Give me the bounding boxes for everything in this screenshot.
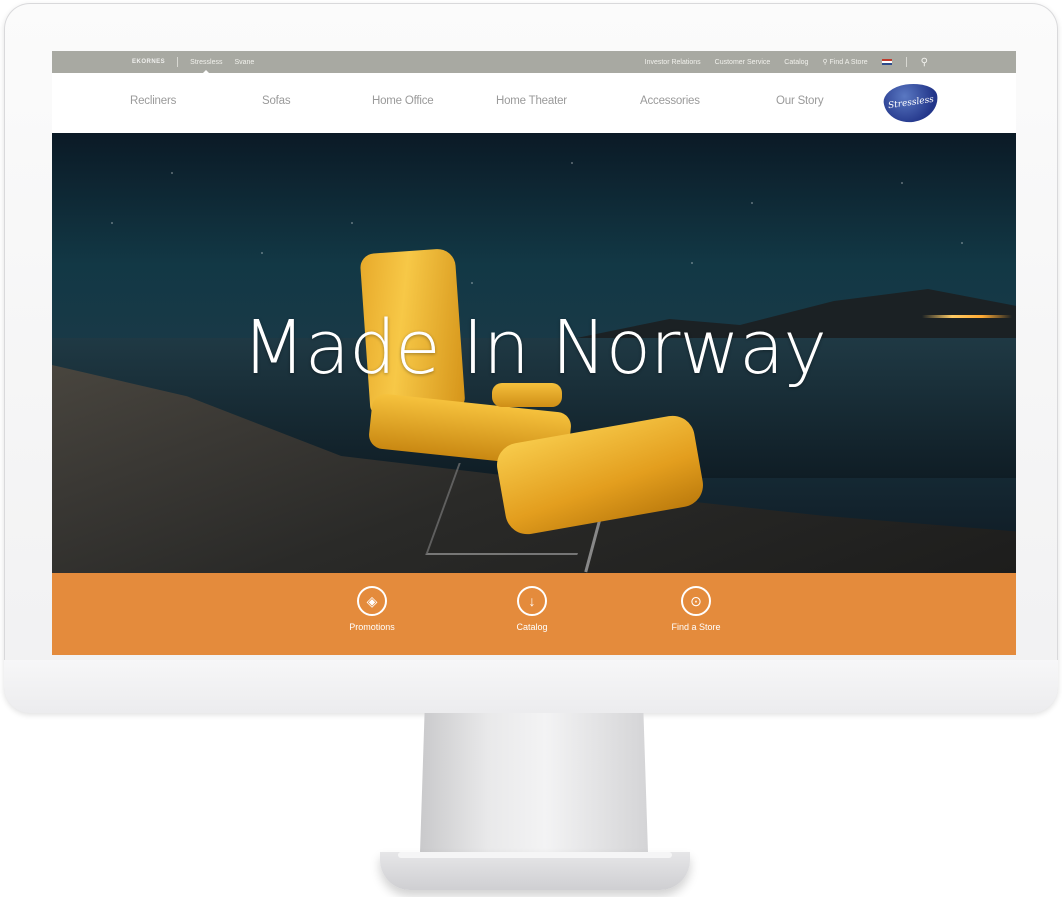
catalog-label: Catalog — [516, 622, 548, 632]
nav-home-office[interactable]: Home Office — [372, 95, 434, 107]
monitor-chin — [4, 660, 1058, 713]
promotions-link[interactable]: ◈ Promotions — [327, 586, 417, 632]
stressless-brand-link[interactable]: Stressless — [190, 59, 222, 73]
website-screen: EKORNES Stressless Svane Investor Relati… — [52, 51, 1016, 655]
customer-service-link[interactable]: Customer Service — [715, 59, 771, 66]
catalog-link[interactable]: Catalog — [784, 59, 808, 66]
utility-bar: EKORNES Stressless Svane Investor Relati… — [52, 51, 1016, 73]
hero-banner[interactable]: Made In Norway — [52, 133, 1016, 573]
find-a-store-link[interactable]: ⚲ Find A Store — [822, 58, 867, 66]
find-a-store-label: Find A Store — [829, 59, 868, 66]
download-arrow-icon: ↓ — [517, 586, 547, 616]
tag-icon: ◈ — [357, 586, 387, 616]
map-pin-icon: ⊙ — [681, 586, 711, 616]
map-pin-icon: ⚲ — [822, 59, 828, 66]
us-flag-icon[interactable] — [881, 59, 892, 65]
logo-text: Stressless — [887, 94, 935, 112]
nav-recliners[interactable]: Recliners — [130, 95, 176, 107]
main-navigation: Recliners Sofas Home Office Home Theater… — [52, 73, 1016, 133]
find-a-store-quick-label: Find a Store — [671, 622, 721, 632]
stressless-logo[interactable]: Stressless — [881, 80, 941, 126]
hero-title: Made In Norway — [241, 305, 827, 391]
divider — [177, 57, 179, 67]
divider — [905, 57, 907, 67]
svane-brand-link[interactable]: Svane — [234, 59, 254, 66]
investor-relations-link[interactable]: Investor Relations — [645, 59, 701, 66]
nav-home-theater[interactable]: Home Theater — [496, 95, 567, 107]
monitor-stand — [420, 713, 648, 853]
monitor-stand-base — [380, 852, 690, 890]
search-icon[interactable]: ⚲ — [921, 57, 928, 68]
nav-our-story[interactable]: Our Story — [776, 95, 824, 107]
ekornes-brand-link[interactable]: EKORNES — [132, 59, 165, 65]
find-a-store-quick-link[interactable]: ⊙ Find a Store — [651, 586, 741, 632]
catalog-download-link[interactable]: ↓ Catalog — [487, 586, 577, 632]
nav-accessories[interactable]: Accessories — [640, 95, 700, 107]
nav-sofas[interactable]: Sofas — [262, 95, 291, 107]
quick-links-bar: ◈ Promotions ↓ Catalog ⊙ Find a Store — [52, 573, 1016, 655]
promotions-label: Promotions — [349, 622, 395, 632]
